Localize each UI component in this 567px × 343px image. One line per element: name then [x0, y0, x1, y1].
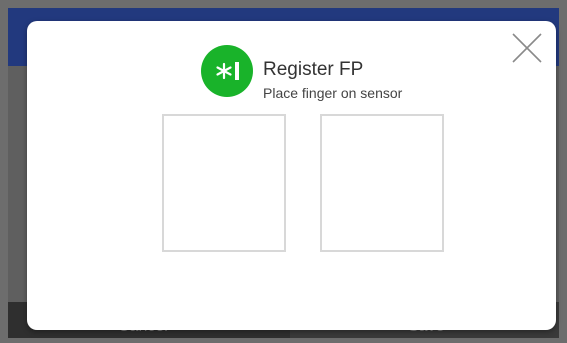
fingerprint-slot-2	[320, 114, 444, 252]
dialog-subtitle: Place finger on sensor	[263, 85, 403, 101]
dialog-title: Register FP	[263, 59, 364, 80]
close-icon	[512, 33, 542, 63]
register-fingerprint-dialog: Register FP Place finger on sensor	[27, 21, 556, 330]
close-button[interactable]	[510, 31, 544, 65]
fingerprint-register-icon	[201, 45, 253, 97]
fingerprint-slot-1	[162, 114, 286, 252]
